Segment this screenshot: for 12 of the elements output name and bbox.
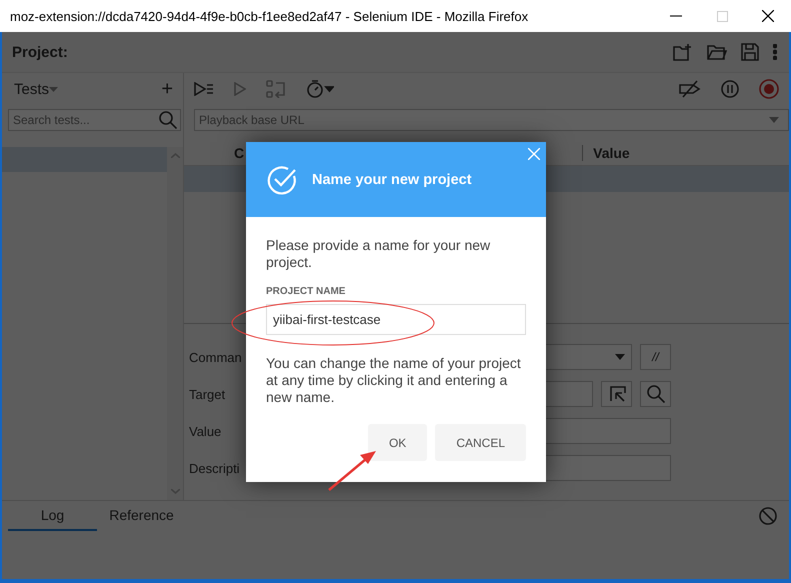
field-label: Descripti bbox=[189, 460, 240, 476]
column-header: C bbox=[234, 145, 244, 161]
field-label: Target bbox=[189, 386, 226, 402]
field-label: PROJECT NAME bbox=[266, 286, 346, 297]
field-label: Comman bbox=[189, 350, 242, 364]
window-title: moz-extension://dcda7420-94d4-4f9e-b0cb-f1ee8ed2af47 - Selenium IDE - Mozilla Firefox bbox=[10, 8, 530, 24]
dialog-note: You can change the name of your project at any time by clicking it and entering a new name. bbox=[266, 355, 522, 406]
project-title: Project: bbox=[12, 44, 69, 60]
field-label: Value bbox=[189, 424, 222, 438]
dialog-message: Please provide a name for your new project. bbox=[266, 237, 492, 271]
column-header: Value bbox=[582, 145, 630, 161]
dialog-title: Name your new project bbox=[312, 172, 472, 188]
